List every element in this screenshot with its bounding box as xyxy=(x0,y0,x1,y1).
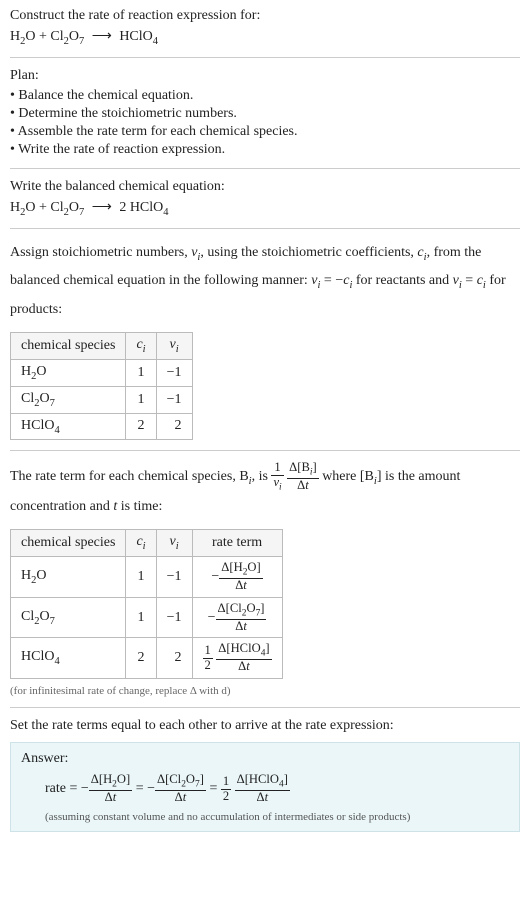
plan-list: • Balance the chemical equation. • Deter… xyxy=(10,88,520,158)
ci-cell: 1 xyxy=(126,359,156,386)
ci-cell: 1 xyxy=(126,597,156,638)
ci-cell: 2 xyxy=(126,413,156,440)
species-cell: H2O xyxy=(11,556,126,597)
plan-item: • Determine the stoichiometric numbers. xyxy=(10,106,520,122)
col-species: chemical species xyxy=(11,333,126,360)
table-row: Cl2O7 1 −1 xyxy=(11,386,193,413)
divider xyxy=(10,450,520,451)
unbalanced-equation: H2O + Cl2O7 ⟶ HClO4 xyxy=(10,28,520,47)
infinitesimal-note: (for infinitesimal rate of change, repla… xyxy=(10,685,520,697)
table-row: H2O 1 −1 xyxy=(11,359,193,386)
stoichiometry-table: chemical species ci νi H2O 1 −1 Cl2O7 1 … xyxy=(10,332,193,440)
balanced-equation: H2O + Cl2O7 ⟶ 2 HClO4 xyxy=(10,199,520,218)
answer-box: Answer: rate = −Δ[H2O]Δt = −Δ[Cl2O7]Δt =… xyxy=(10,742,520,832)
vi-cell: −1 xyxy=(156,597,192,638)
prompt-section: Construct the rate of reaction expressio… xyxy=(10,8,520,47)
vi-cell: −1 xyxy=(156,386,192,413)
divider xyxy=(10,228,520,229)
plan-item: • Assemble the rate term for each chemic… xyxy=(10,124,520,140)
rate-term-cell: −Δ[Cl2O7]Δt xyxy=(192,597,282,638)
species-cell: H2O xyxy=(11,359,126,386)
species-cell: Cl2O7 xyxy=(11,386,126,413)
species-cell: Cl2O7 xyxy=(11,597,126,638)
text: is time: xyxy=(117,499,162,514)
species-cell: HClO4 xyxy=(11,638,126,679)
text: where xyxy=(322,469,360,484)
balanced-heading: Write the balanced chemical equation: xyxy=(10,179,520,195)
divider xyxy=(10,57,520,58)
text: , is xyxy=(252,469,272,484)
ci-cell: 1 xyxy=(126,386,156,413)
plan-section: Plan: • Balance the chemical equation. •… xyxy=(10,68,520,158)
table-row: HClO4 2 2 12 Δ[HClO4]Δt xyxy=(11,638,283,679)
answer-assumption: (assuming constant volume and no accumul… xyxy=(45,811,509,823)
divider xyxy=(10,168,520,169)
table-row: H2O 1 −1 −Δ[H2O]Δt xyxy=(11,556,283,597)
rate-term-cell: −Δ[H2O]Δt xyxy=(192,556,282,597)
col-rate-term: rate term xyxy=(192,530,282,557)
balanced-section: Write the balanced chemical equation: H2… xyxy=(10,179,520,218)
col-ci: ci xyxy=(126,333,156,360)
species-cell: HClO4 xyxy=(11,413,126,440)
table-row: Cl2O7 1 −1 −Δ[Cl2O7]Δt xyxy=(11,597,283,638)
vi-cell: 2 xyxy=(156,413,192,440)
ci-cell: 2 xyxy=(126,638,156,679)
col-vi: νi xyxy=(156,333,192,360)
stoich-text: Assign stoichiometric numbers, νi, using… xyxy=(10,239,520,325)
rate-term-cell: 12 Δ[HClO4]Δt xyxy=(192,638,282,679)
divider xyxy=(10,707,520,708)
text: , using the stoichiometric coefficients, xyxy=(200,245,417,260)
answer-label: Answer: xyxy=(21,751,509,767)
plan-item: • Balance the chemical equation. xyxy=(10,88,520,104)
frac: Δ[Bi]Δt xyxy=(287,461,319,493)
col-species: chemical species xyxy=(11,530,126,557)
col-vi: νi xyxy=(156,530,192,557)
table-row: HClO4 2 2 xyxy=(11,413,193,440)
vi-cell: −1 xyxy=(156,556,192,597)
vi-cell: 2 xyxy=(156,638,192,679)
text: for reactants and xyxy=(352,273,452,288)
col-ci: ci xyxy=(126,530,156,557)
rate-term-table: chemical species ci νi rate term H2O 1 −… xyxy=(10,529,283,679)
rate-term-text: The rate term for each chemical species,… xyxy=(10,461,520,521)
vi-cell: −1 xyxy=(156,359,192,386)
text: The rate term for each chemical species, xyxy=(10,469,239,484)
prompt-line1: Construct the rate of reaction expressio… xyxy=(10,8,520,24)
plan-heading: Plan: xyxy=(10,68,520,84)
final-heading: Set the rate terms equal to each other t… xyxy=(10,718,520,734)
table-header-row: chemical species ci νi xyxy=(11,333,193,360)
plan-item: • Write the rate of reaction expression. xyxy=(10,142,520,158)
ci-cell: 1 xyxy=(126,556,156,597)
frac: 1νi xyxy=(271,461,283,493)
text: Assign stoichiometric numbers, xyxy=(10,245,191,260)
rate-expression: rate = −Δ[H2O]Δt = −Δ[Cl2O7]Δt = 12 Δ[HC… xyxy=(45,773,509,805)
table-header-row: chemical species ci νi rate term xyxy=(11,530,283,557)
